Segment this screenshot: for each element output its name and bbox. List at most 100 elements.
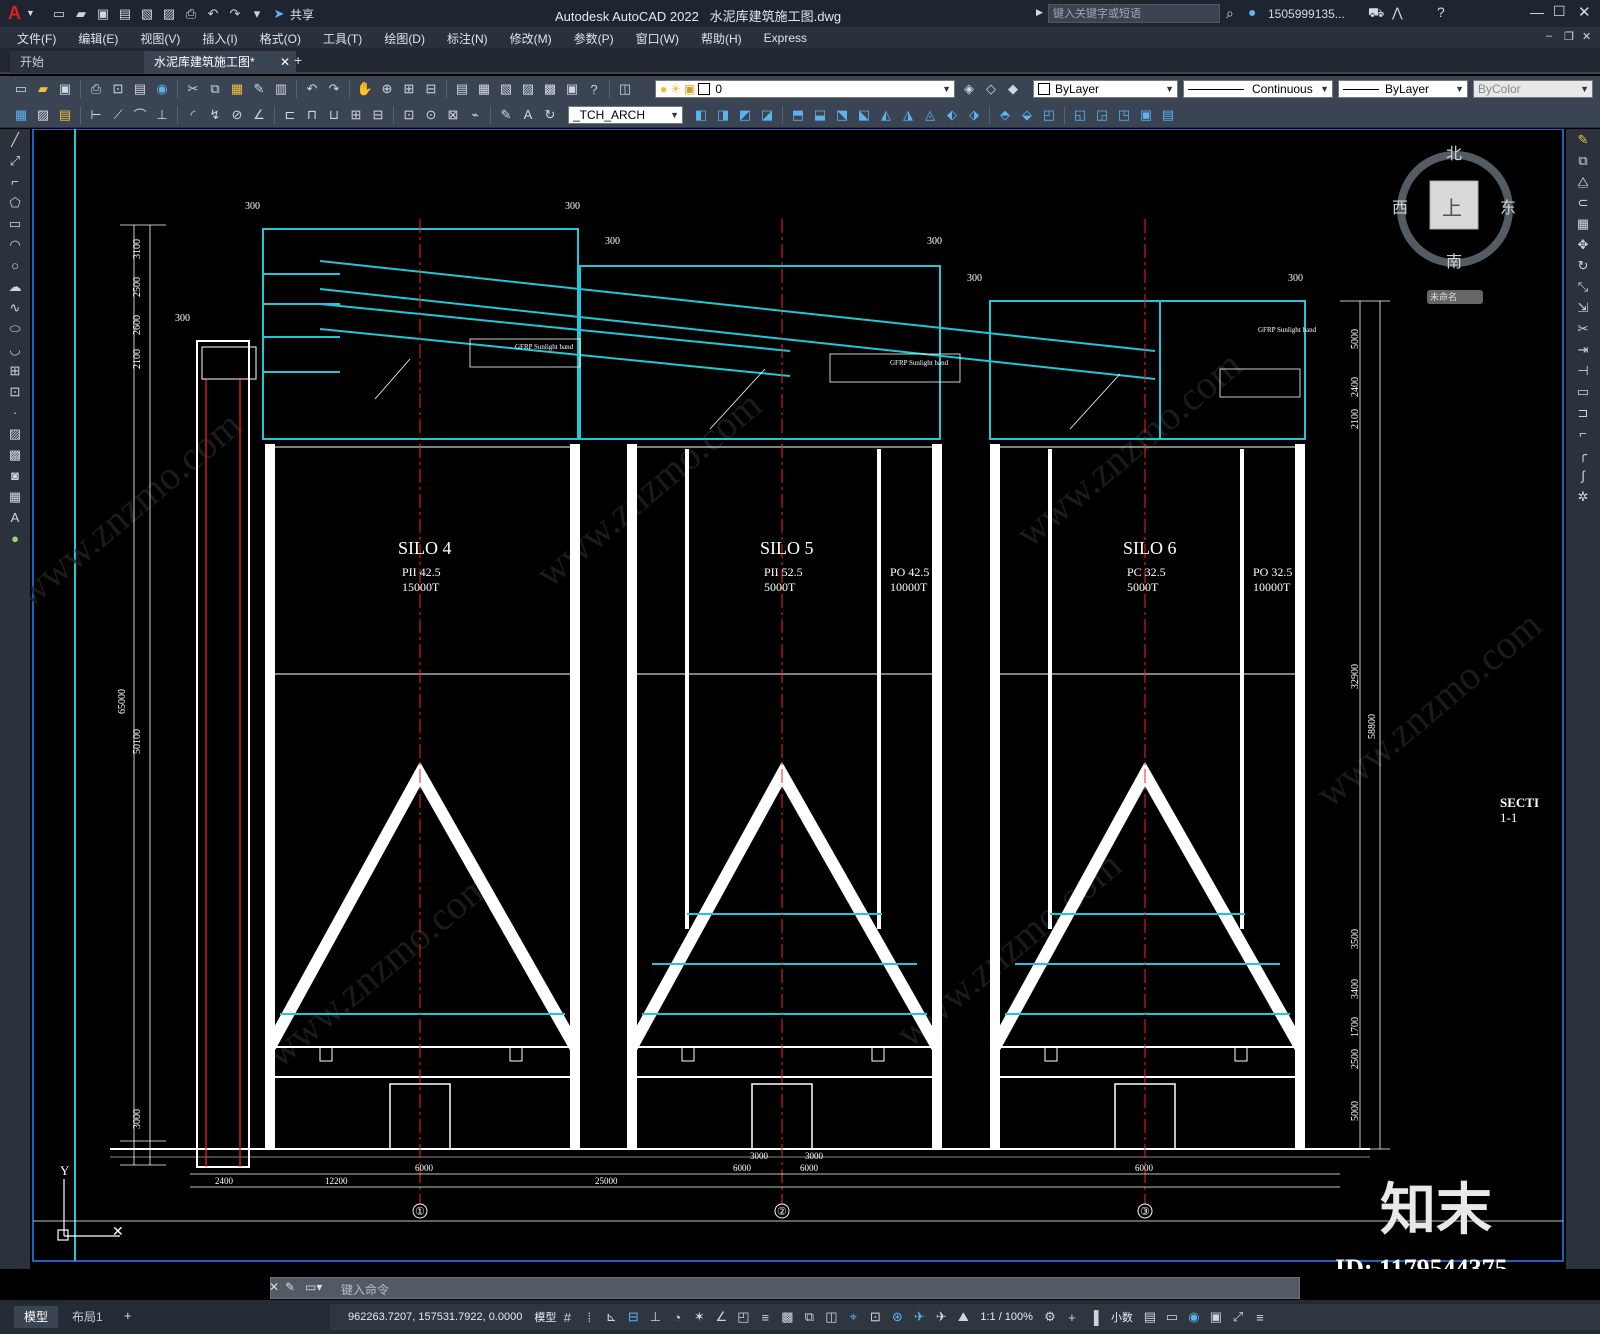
maximize-icon[interactable]: ☐ xyxy=(1553,3,1566,20)
open-file-icon[interactable]: ▰ xyxy=(71,4,91,24)
3d-rotate-icon[interactable]: ◲ xyxy=(1092,105,1112,125)
add-layout-button[interactable]: + xyxy=(124,1308,132,1323)
revolve-icon[interactable]: ⬓ xyxy=(810,105,830,125)
menu-item[interactable]: 插入(I) xyxy=(191,30,248,47)
zoom-window-icon[interactable]: ⊞ xyxy=(399,79,419,99)
tab-start[interactable]: 开始 xyxy=(10,51,150,73)
ellipse-arc-icon[interactable]: ◡ xyxy=(4,340,26,360)
linetype-dropdown[interactable]: Continuous ▼ xyxy=(1183,80,1333,98)
app-menu-chevron-icon[interactable]: ▼ xyxy=(26,8,35,18)
slice-icon[interactable]: ⬗ xyxy=(964,105,984,125)
mirror-icon[interactable]: ⧋ xyxy=(1572,172,1594,192)
rotate-icon[interactable]: ↻ xyxy=(1572,256,1594,276)
cad-drawing[interactable]: www.znzmo.com www.znzmo.com www.znzmo.co… xyxy=(30,129,1566,1269)
preview-icon[interactable]: ⊡ xyxy=(108,79,128,99)
wedge-icon[interactable]: ◨ xyxy=(713,105,733,125)
dim-angular-icon[interactable]: ∠ xyxy=(249,105,269,125)
viewcube-west[interactable]: 西 xyxy=(1392,200,1408,217)
make-current-icon[interactable]: ◈ xyxy=(959,79,979,99)
tolerance-icon[interactable]: ⊡ xyxy=(399,105,419,125)
design-center-icon[interactable]: ▦ xyxy=(474,79,494,99)
point-icon[interactable]: · xyxy=(4,403,26,423)
viewcube-east[interactable]: 东 xyxy=(1500,199,1516,217)
rectangle-icon[interactable]: ▭ xyxy=(4,214,26,234)
arc-icon[interactable]: ◠ xyxy=(4,235,26,255)
menu-item[interactable]: 窗口(W) xyxy=(625,30,690,47)
help-icon[interactable]: ? xyxy=(1437,4,1445,20)
dim-update-icon[interactable]: ↻ xyxy=(540,105,560,125)
loft-icon[interactable]: ⬕ xyxy=(854,105,874,125)
autocad-logo[interactable]: A xyxy=(8,3,21,24)
coordinate-readout[interactable]: 962263.7207, 157531.7922, 0.0000 xyxy=(348,1311,522,1323)
revision-cloud-icon[interactable]: ☁ xyxy=(4,277,26,297)
lock-ui-icon[interactable]: ▭ xyxy=(1162,1307,1182,1327)
thicken-icon[interactable]: ⬘ xyxy=(995,105,1015,125)
dim-jogged-icon[interactable]: ↯ xyxy=(205,105,225,125)
menu-item[interactable]: 编辑(E) xyxy=(67,30,129,47)
circle-icon[interactable]: ○ xyxy=(4,256,26,276)
cart-icon[interactable]: ⛟ xyxy=(1368,5,1384,23)
menu-item[interactable]: 帮助(H) xyxy=(690,30,753,47)
help-icon[interactable]: ? xyxy=(584,79,604,99)
quick-dim-icon[interactable]: ⊏ xyxy=(280,105,300,125)
dim-break-icon[interactable]: ⊟ xyxy=(368,105,388,125)
box-icon[interactable]: ◧ xyxy=(691,105,711,125)
new-tab-button[interactable]: + xyxy=(294,52,302,68)
break-point-icon[interactable]: ⊣ xyxy=(1572,361,1594,381)
viewcube-north[interactable]: 北 xyxy=(1446,145,1462,163)
3d-move-icon[interactable]: ◱ xyxy=(1070,105,1090,125)
save-web-icon[interactable]: ▨ xyxy=(159,4,179,24)
sheet-set-icon[interactable]: ▨ xyxy=(518,79,538,99)
add-selected-icon[interactable]: ● xyxy=(4,529,26,549)
subtract-icon[interactable]: ◮ xyxy=(898,105,918,125)
selection-cycling-icon[interactable]: ⧉ xyxy=(799,1307,819,1327)
menu-item[interactable]: 标注(N) xyxy=(436,30,499,47)
dim-arc-icon[interactable]: ⌒ xyxy=(130,105,150,125)
lineweight-icon[interactable]: ≡ xyxy=(755,1307,775,1327)
workspace-icon[interactable]: ⚙ xyxy=(1040,1307,1060,1327)
plotstyle-dropdown[interactable]: ByColor ▼ xyxy=(1473,80,1593,98)
new-file-icon[interactable]: ▭ xyxy=(49,4,69,24)
dim-baseline-icon[interactable]: ⊓ xyxy=(302,105,322,125)
auto-scale-icon[interactable]: ✈ xyxy=(931,1307,951,1327)
make-block-icon[interactable]: ⊡ xyxy=(4,382,26,402)
extend-icon[interactable]: ⇥ xyxy=(1572,340,1594,360)
join-icon[interactable]: ⊐ xyxy=(1572,403,1594,423)
undo-icon[interactable]: ↶ xyxy=(302,79,322,99)
intersect-icon[interactable]: ◬ xyxy=(920,105,940,125)
save-as-icon[interactable]: ▤ xyxy=(115,4,135,24)
menu-item[interactable]: 修改(M) xyxy=(499,30,563,47)
viewcube-top[interactable]: 上 xyxy=(1442,197,1462,220)
polygon-icon[interactable]: ⬠ xyxy=(4,193,26,213)
dynamic-ucs-icon[interactable]: ⌖ xyxy=(843,1307,863,1327)
inspect-icon[interactable]: ⊠ xyxy=(443,105,463,125)
close-cmd-icon[interactable]: ✕ xyxy=(269,1280,279,1294)
units-icon[interactable]: ▐ xyxy=(1084,1307,1104,1327)
units-value[interactable]: 小数 xyxy=(1111,1309,1133,1325)
gradient-icon[interactable]: ▩ xyxy=(4,445,26,465)
save-icon[interactable]: ▣ xyxy=(93,4,113,24)
shell-icon[interactable]: ⬙ xyxy=(1017,105,1037,125)
annotation-visibility-icon[interactable]: ✈ xyxy=(909,1307,929,1327)
search-input[interactable]: 键入关键字或短语 xyxy=(1048,4,1220,23)
zoom-previous-icon[interactable]: ⊟ xyxy=(421,79,441,99)
share-button[interactable]: 共享 xyxy=(290,6,314,23)
markup-icon[interactable]: ▩ xyxy=(540,79,560,99)
redo-icon[interactable]: ↷ xyxy=(225,4,245,24)
insert-block-icon[interactable]: ⊞ xyxy=(4,361,26,381)
quick-properties-icon[interactable]: ▤ xyxy=(1140,1307,1160,1327)
doc-restore-icon[interactable]: ❐ xyxy=(1564,30,1574,43)
publish-icon[interactable]: ▤ xyxy=(130,79,150,99)
imprint-icon[interactable]: ◰ xyxy=(1039,105,1059,125)
dim-space-icon[interactable]: ⊞ xyxy=(346,105,366,125)
search-icon[interactable]: ⌕ xyxy=(1226,5,1234,22)
layer-dropdown[interactable]: ● ☀ ▣ 0 ▼ xyxy=(655,80,955,98)
infer-icon[interactable]: ⊾ xyxy=(601,1307,621,1327)
menu-item[interactable]: 文件(F) xyxy=(6,30,67,47)
recent-cmd-icon[interactable]: ▭▾ xyxy=(305,1280,322,1294)
customization-icon[interactable]: ≡ xyxy=(1250,1307,1270,1327)
spline-icon[interactable]: ∿ xyxy=(4,298,26,318)
match-prop-icon[interactable]: ✎ xyxy=(249,79,269,99)
dim-radius-icon[interactable]: ◜ xyxy=(183,105,203,125)
drawing-canvas[interactable]: www.znzmo.com www.znzmo.com www.znzmo.co… xyxy=(30,129,1566,1269)
